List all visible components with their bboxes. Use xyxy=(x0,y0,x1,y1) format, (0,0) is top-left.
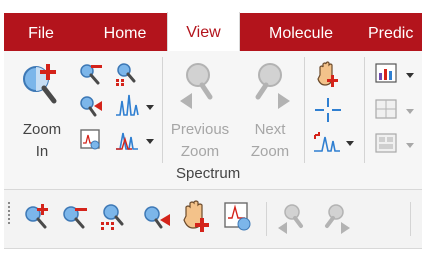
spectrum-group-label: Spectrum xyxy=(176,165,241,182)
crosshair-icon[interactable] xyxy=(314,97,342,123)
grid-view-dropdown-caret[interactable] xyxy=(406,109,414,114)
zoom-in-label-2: In xyxy=(35,143,49,160)
stacked-plot-icon[interactable] xyxy=(374,61,400,87)
qa-next-zoom-icon[interactable] xyxy=(318,202,352,236)
layout-view-dropdown-caret[interactable] xyxy=(406,143,414,148)
tab-predict[interactable]: Predic xyxy=(368,13,422,51)
previous-zoom-icon xyxy=(180,63,213,109)
tab-home[interactable]: Home xyxy=(96,13,154,51)
tab-molecule[interactable]: Molecule xyxy=(260,13,342,51)
qa-zoom-out-icon[interactable] xyxy=(60,202,90,232)
grid-view-icon[interactable] xyxy=(374,97,400,123)
toolbar-separator xyxy=(410,202,411,236)
qa-pan-hand-icon[interactable] xyxy=(180,200,212,234)
multiplet-icon[interactable] xyxy=(114,127,142,153)
zoom-back-icon[interactable] xyxy=(78,93,104,119)
ribbon-separator xyxy=(162,57,163,163)
previous-zoom-label-2: Zoom xyxy=(180,143,220,160)
ribbon-separator xyxy=(304,57,305,163)
ribbon-panel: Zoom In Previous Zoom Next Zoom Spectrum xyxy=(4,51,422,190)
multiplet-dropdown-caret[interactable] xyxy=(146,139,154,144)
zoom-in-button[interactable]: Zoom In xyxy=(12,61,72,165)
layout-view-icon[interactable] xyxy=(374,131,400,157)
spectrum-properties-icon[interactable] xyxy=(78,127,104,153)
integration-dropdown-caret[interactable] xyxy=(346,141,354,146)
zoom-in-icon xyxy=(23,64,57,104)
next-zoom-label-2: Zoom xyxy=(250,143,290,160)
app-window: File Home View Molecule Predic Zoom In P… xyxy=(4,0,422,257)
zoom-selection-icon[interactable] xyxy=(114,61,140,87)
qa-zoom-back-icon[interactable] xyxy=(142,202,172,232)
next-zoom-icon xyxy=(255,63,290,109)
next-zoom-label-1: Next xyxy=(254,121,286,138)
quick-access-toolbar xyxy=(4,190,422,249)
peak-pick-dropdown-caret[interactable] xyxy=(146,105,154,110)
tab-view[interactable]: View xyxy=(167,12,240,52)
qa-zoom-in-icon[interactable] xyxy=(22,202,52,232)
integration-icon[interactable] xyxy=(312,129,342,155)
stacked-plot-dropdown-caret[interactable] xyxy=(406,73,414,78)
zoom-in-label-1: Zoom xyxy=(22,121,62,138)
toolbar-separator xyxy=(266,202,267,236)
tab-file[interactable]: File xyxy=(22,13,60,51)
ribbon-separator xyxy=(364,57,365,163)
pan-hand-icon[interactable] xyxy=(314,61,342,89)
qa-spectrum-properties-icon[interactable] xyxy=(222,200,254,234)
qa-previous-zoom-icon[interactable] xyxy=(276,202,310,236)
previous-zoom-label-1: Previous xyxy=(170,121,230,138)
qa-zoom-selection-icon[interactable] xyxy=(98,202,128,232)
next-zoom-button[interactable]: Next Zoom xyxy=(240,61,300,165)
toolbar-grip[interactable] xyxy=(8,202,11,226)
peak-pick-icon[interactable] xyxy=(114,93,142,119)
zoom-out-icon[interactable] xyxy=(78,61,104,87)
previous-zoom-button[interactable]: Previous Zoom xyxy=(164,61,236,165)
